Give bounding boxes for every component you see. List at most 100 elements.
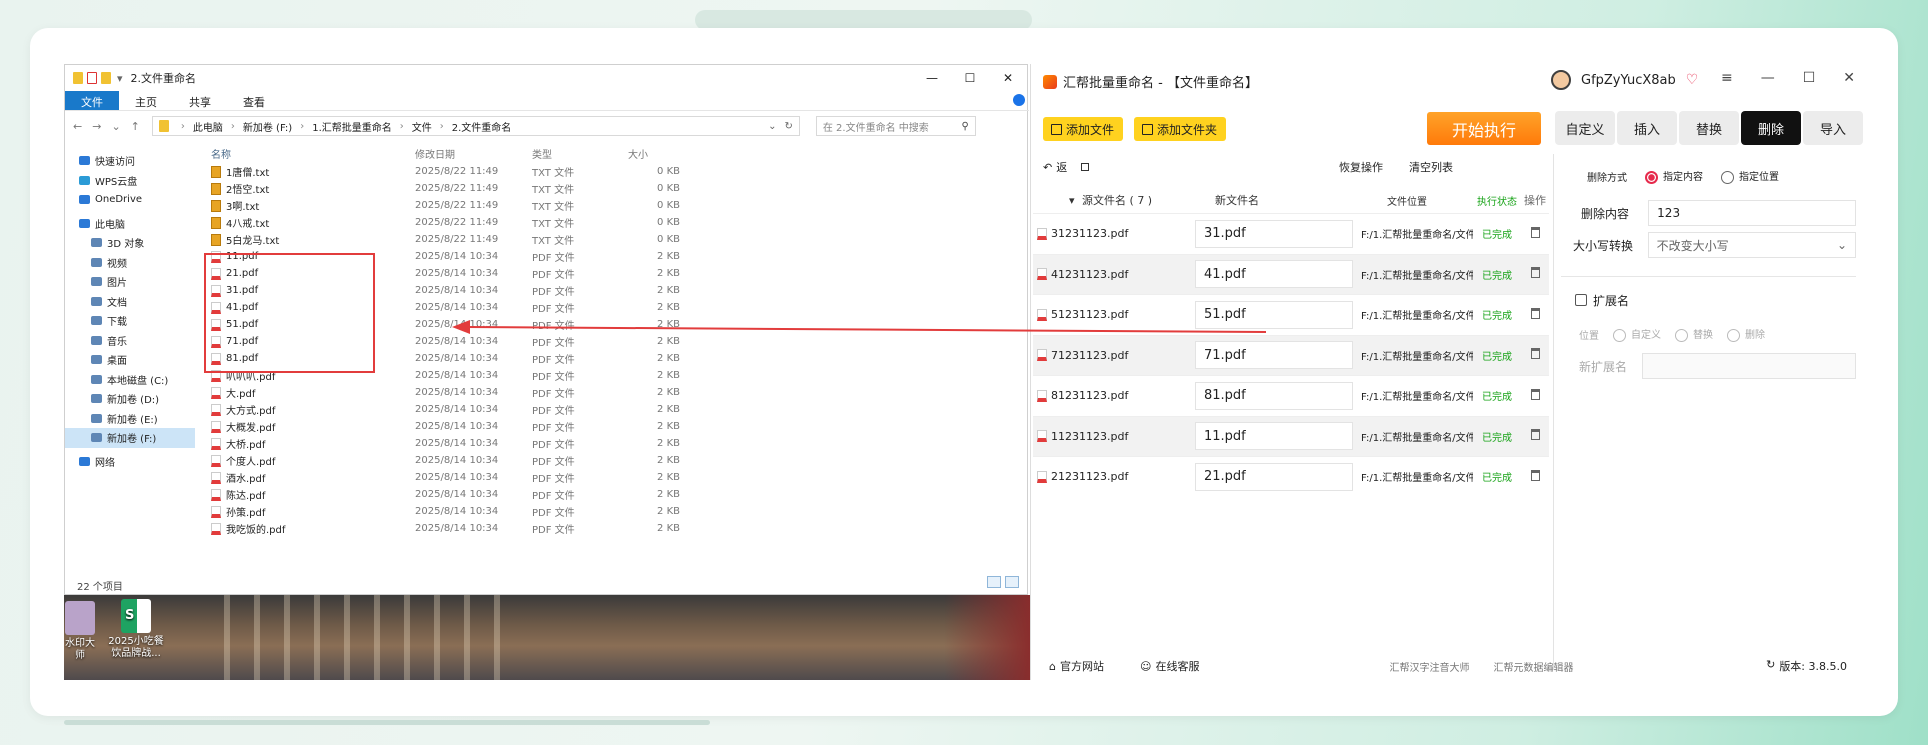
tab-custom[interactable]: 自定义 (1555, 111, 1615, 145)
delete-row-button[interactable] (1521, 267, 1549, 281)
nav-item[interactable]: 桌面 (65, 350, 195, 370)
file-row[interactable]: 1唐僧.txt 2025/8/22 11:49 TXT 文件 0 KB (205, 163, 765, 180)
start-button[interactable]: 开始执行 (1427, 112, 1541, 145)
tab-replace[interactable]: 替换 (1679, 111, 1739, 145)
address-bar[interactable]: › 此电脑 › 新加卷 (F:) › 1.汇帮批量重命名 › 文件 › 2.文件… (151, 116, 800, 136)
delete-row-button[interactable] (1521, 429, 1549, 443)
rename-row[interactable]: 11231123.pdf 11.pdf F:/1.汇帮批量重命名/文件 已完成 (1033, 415, 1549, 456)
horizontal-scroll-track[interactable] (64, 720, 710, 725)
new-name-field[interactable]: 71.pdf (1195, 341, 1353, 370)
nav-item[interactable]: OneDrive (65, 190, 195, 210)
tab-insert[interactable]: 插入 (1617, 111, 1677, 145)
nav-item[interactable]: 新加卷 (E:) (65, 409, 195, 429)
breadcrumb-item[interactable]: 此电脑 (193, 119, 223, 134)
clear-list-button[interactable]: 清空列表 (1409, 159, 1453, 175)
column-size[interactable]: 大小 (628, 146, 688, 161)
search-icon[interactable]: ⚲ (962, 121, 969, 132)
add-folder-button[interactable]: 添加文件夹 (1134, 117, 1226, 141)
case-select[interactable]: 不改变大小写 ⌄ (1647, 232, 1856, 258)
list-view-icon[interactable] (1081, 163, 1090, 171)
file-row[interactable]: 孙策.pdf 2025/8/14 10:34 PDF 文件 2 KB (205, 503, 765, 520)
qat-dropdown-icon[interactable]: ▾ (117, 72, 123, 85)
avatar[interactable] (1551, 70, 1571, 90)
large-icons-view-icon[interactable] (1005, 576, 1019, 588)
new-name-field[interactable]: 11.pdf (1195, 422, 1353, 451)
rename-row[interactable]: 41231123.pdf 41.pdf F:/1.汇帮批量重命名/文件 已完成 (1033, 253, 1549, 294)
new-folder-icon[interactable] (101, 72, 111, 84)
properties-icon[interactable] (87, 72, 97, 84)
ribbon-tab-home[interactable]: 主页 (119, 91, 173, 110)
file-row[interactable]: 大.pdf 2025/8/14 10:34 PDF 文件 2 KB (205, 384, 765, 401)
file-row[interactable]: 5白龙马.txt 2025/8/22 11:49 TXT 文件 0 KB (205, 231, 765, 248)
ribbon-tab-file[interactable]: 文件 (65, 91, 119, 110)
maximize-button[interactable]: ☐ (951, 65, 989, 91)
nav-item[interactable]: WPS云盘 (65, 171, 195, 191)
new-extension-input[interactable] (1641, 353, 1856, 379)
chevron-down-icon[interactable]: ⌄ (768, 121, 776, 132)
nav-item[interactable]: 快速访问 (65, 151, 195, 171)
dropdown-icon[interactable]: ⌄ (111, 120, 120, 133)
nav-item[interactable]: 音乐 (65, 331, 195, 351)
file-row[interactable]: 个度人.pdf 2025/8/14 10:34 PDF 文件 2 KB (205, 452, 765, 469)
header-source[interactable]: ▾ 源文件名 ( 7 ) (1033, 192, 1195, 208)
delete-row-button[interactable] (1521, 469, 1549, 484)
up-arrow-icon[interactable]: ↑ (131, 120, 140, 133)
footer-link-metadata[interactable]: 汇帮元数据编辑器 (1493, 659, 1573, 674)
pos-option-delete[interactable]: 删除 (1727, 326, 1765, 342)
desktop-icon-watermark[interactable]: 水印大 师 (64, 601, 102, 662)
back-button[interactable]: 返 (1056, 159, 1067, 175)
desktop-icon-doc[interactable]: S 2025小吃餐 饮品牌战... (106, 599, 166, 660)
nav-item[interactable]: 新加卷 (F:) (65, 428, 195, 448)
new-name-field[interactable]: 41.pdf (1195, 260, 1353, 289)
nav-item[interactable]: 文档 (65, 292, 195, 312)
nav-item[interactable]: 新加卷 (D:) (65, 389, 195, 409)
file-row[interactable]: 我吃饭的.pdf 2025/8/14 10:34 PDF 文件 2 KB (205, 520, 765, 537)
pos-option-replace[interactable]: 替换 (1675, 326, 1713, 342)
menu-icon[interactable]: ≡ (1721, 70, 1733, 86)
ribbon-tab-share[interactable]: 共享 (173, 91, 227, 110)
undo-icon[interactable]: ↶ (1043, 161, 1052, 174)
ribbon-tab-view[interactable]: 查看 (227, 91, 281, 110)
forward-arrow-icon[interactable]: → (92, 120, 101, 133)
file-row[interactable]: 酒水.pdf 2025/8/14 10:34 PDF 文件 2 KB (205, 469, 765, 486)
username[interactable]: GfpZyYucX8ab (1581, 73, 1676, 88)
minimize-button[interactable]: — (913, 65, 951, 91)
extension-checkbox[interactable] (1575, 294, 1587, 306)
nav-item[interactable]: 下载 (65, 311, 195, 331)
breadcrumb-item[interactable]: 新加卷 (F:) (243, 119, 292, 134)
new-name-field[interactable]: 31.pdf (1195, 219, 1353, 248)
breadcrumb-item[interactable]: 2.文件重命名 (452, 119, 512, 134)
website-link[interactable]: ⌂ 官方网站 (1049, 658, 1104, 674)
delete-row-button[interactable] (1521, 348, 1549, 362)
delete-row-button[interactable] (1521, 226, 1549, 241)
close-button[interactable]: ✕ (1843, 70, 1855, 86)
file-row[interactable]: 大概发.pdf 2025/8/14 10:34 PDF 文件 2 KB (205, 418, 765, 435)
delete-content-input[interactable]: 123 (1648, 200, 1856, 226)
tab-import[interactable]: 导入 (1803, 111, 1863, 145)
new-name-field[interactable]: 21.pdf (1195, 462, 1353, 491)
vip-diamond-icon[interactable]: ♡ (1686, 72, 1699, 88)
nav-item[interactable]: 本地磁盘 (C:) (65, 370, 195, 390)
refresh-icon[interactable]: ↻ (784, 121, 792, 132)
nav-item[interactable]: 图片 (65, 272, 195, 292)
minimize-button[interactable]: — (1761, 70, 1775, 86)
details-view-icon[interactable] (987, 576, 1001, 588)
tab-delete[interactable]: 删除 (1741, 111, 1801, 145)
rename-row[interactable]: 31231123.pdf 31.pdf F:/1.汇帮批量重命名/文件 已完成 (1033, 213, 1549, 254)
nav-item[interactable]: 此电脑 (65, 214, 195, 234)
option-content[interactable]: 指定内容 (1645, 168, 1703, 184)
pos-option-custom[interactable]: 自定义 (1613, 326, 1661, 342)
rename-row[interactable]: 51231123.pdf 51.pdf F:/1.汇帮批量重命名/文件 已完成 (1033, 294, 1549, 335)
option-position[interactable]: 指定位置 (1721, 168, 1779, 184)
file-row[interactable]: 3啊.txt 2025/8/22 11:49 TXT 文件 0 KB (205, 197, 765, 214)
support-link[interactable]: ☺ 在线客服 (1140, 658, 1199, 674)
new-name-field[interactable]: 81.pdf (1195, 381, 1353, 410)
nav-item[interactable]: 视频 (65, 253, 195, 273)
file-row[interactable]: 2悟空.txt 2025/8/22 11:49 TXT 文件 0 KB (205, 180, 765, 197)
column-name[interactable]: 名称 (205, 146, 415, 161)
search-box[interactable]: 在 2.文件重命名 中搜索 ⚲ (815, 116, 976, 136)
rename-row[interactable]: 71231123.pdf 71.pdf F:/1.汇帮批量重命名/文件 已完成 (1033, 334, 1549, 375)
add-file-button[interactable]: 添加文件 (1043, 117, 1123, 141)
delete-row-button[interactable] (1521, 307, 1549, 322)
breadcrumb-item[interactable]: 1.汇帮批量重命名 (312, 119, 392, 134)
